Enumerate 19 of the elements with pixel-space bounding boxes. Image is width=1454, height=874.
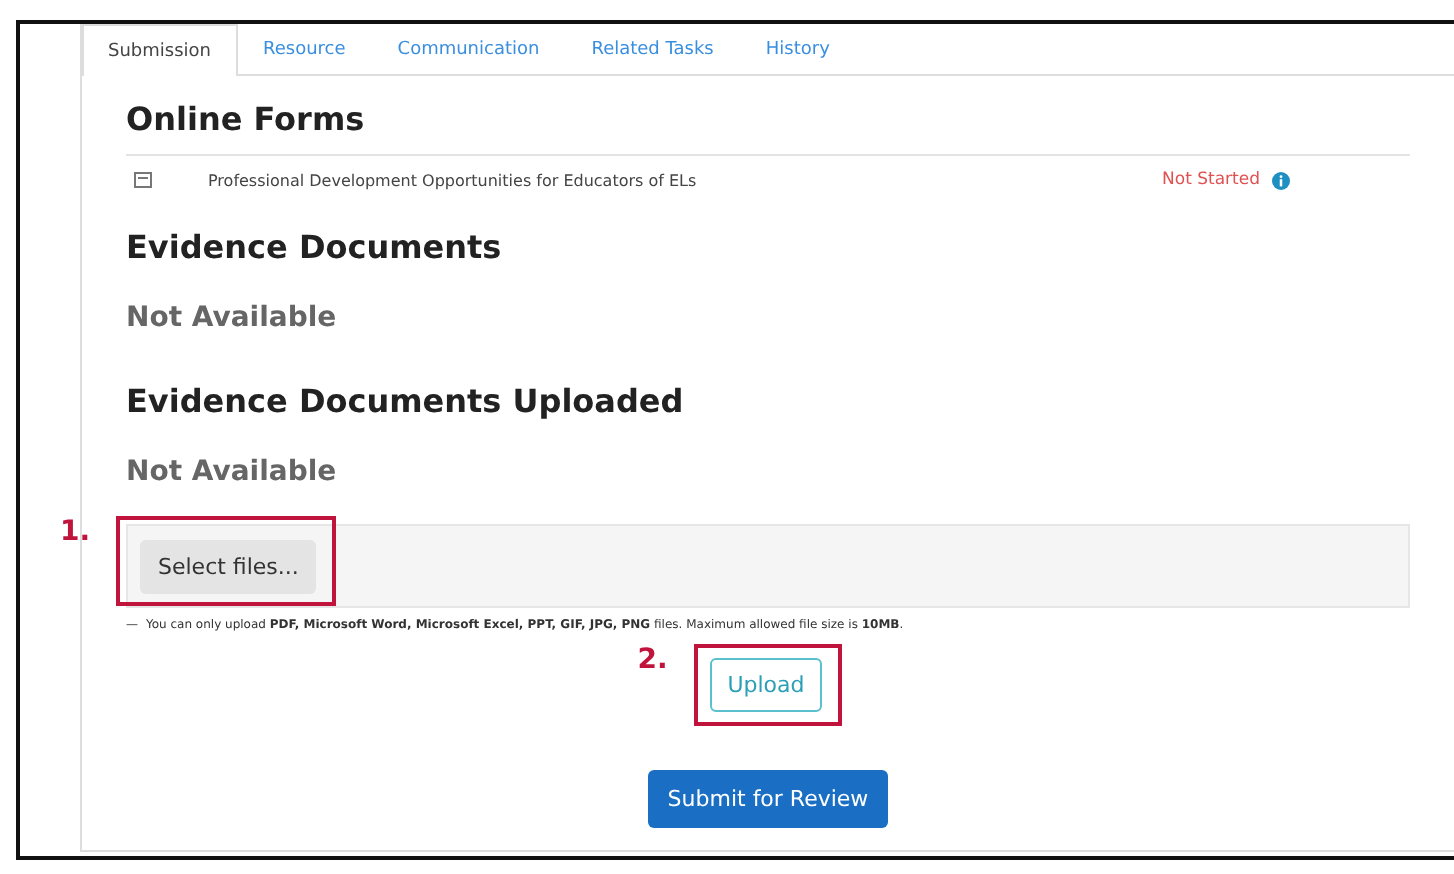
tab[interactable]: Communication [371, 24, 566, 74]
section-heading: Evidence Documents [126, 228, 504, 266]
annotation-number: 1. [60, 515, 91, 547]
section-heading: Online Forms [126, 100, 367, 138]
tab[interactable]: Related Tasks [565, 24, 740, 74]
empty-message: Not Available [126, 456, 339, 488]
annotation-number: 2. [637, 644, 668, 676]
submit-button[interactable]: Submit for Review [647, 770, 889, 828]
status-text: Not Started [1162, 170, 1260, 190]
tab[interactable]: Resource [237, 24, 372, 74]
info-icon[interactable] [1272, 171, 1290, 189]
empty-message: Not Available [126, 302, 339, 334]
tab[interactable]: Submission [82, 24, 237, 76]
upload-button[interactable]: Upload [709, 658, 823, 712]
tab[interactable]: History [739, 24, 856, 74]
select-files-button[interactable]: Select files... [140, 539, 317, 593]
form-icon [134, 172, 152, 188]
form-link[interactable]: Professional Development Opportunities for Educators of ELs [208, 171, 1163, 189]
section-heading: Evidence Documents Uploaded [126, 382, 686, 420]
